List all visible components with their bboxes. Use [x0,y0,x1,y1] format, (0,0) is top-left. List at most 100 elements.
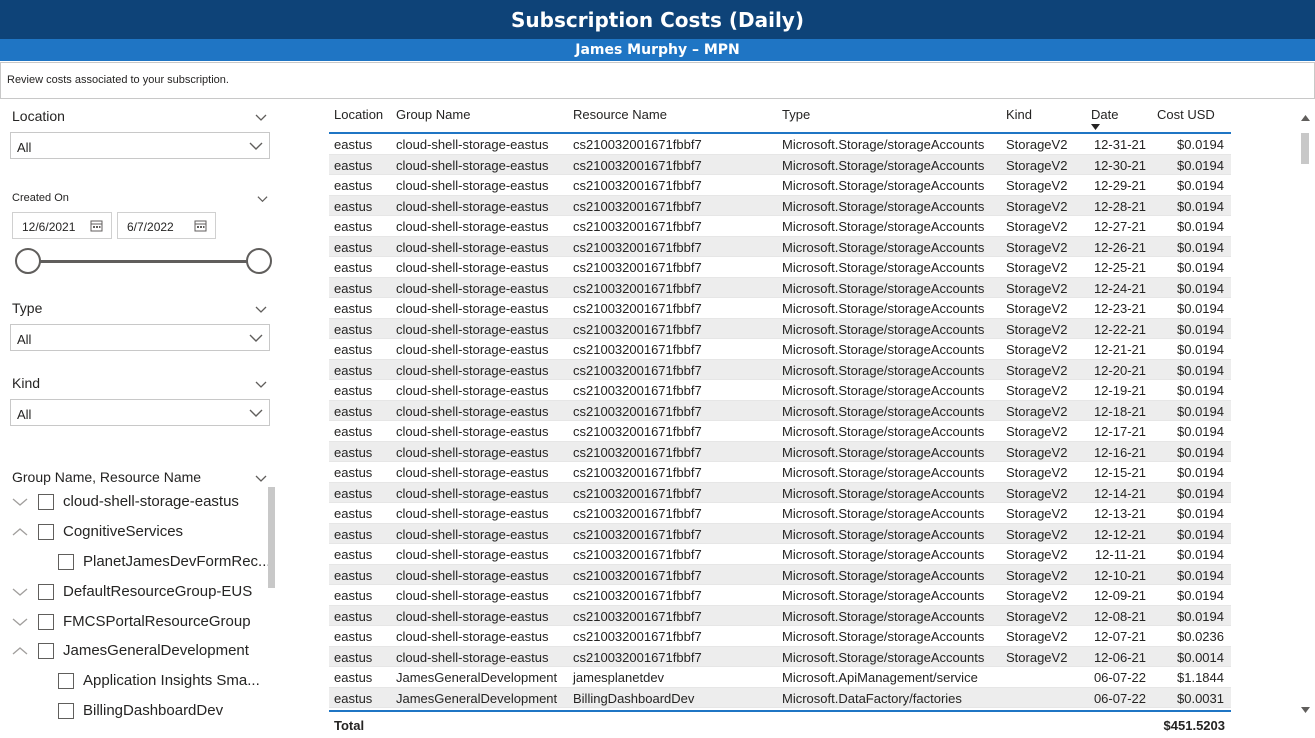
table-row[interactable]: eastus cloud-shell-storage-eastus cs210032… [329,195,1231,216]
slider-start-handle[interactable] [15,248,41,274]
cell-group-name: cloud-shell-storage-eastus [396,547,549,562]
table-row[interactable]: eastus cloud-shell-storage-eastus cs210032… [329,154,1231,175]
column-header-kind[interactable]: Kind [1006,107,1032,122]
checkbox[interactable] [38,523,54,540]
cell-cost: $0.0194 [1177,403,1224,419]
column-header-type[interactable]: Type [782,107,810,122]
cell-cost: $0.0194 [1177,321,1224,337]
tree-scrollbar-thumb[interactable] [268,487,275,588]
slider-end-handle[interactable] [246,248,272,274]
cell-type: Microsoft.Storage/storageAccounts [782,321,985,337]
table-row[interactable]: eastus cloud-shell-storage-eastus cs210032… [329,400,1231,421]
table-row[interactable]: eastus cloud-shell-storage-eastus cs210032… [329,646,1231,667]
table-row[interactable]: eastus cloud-shell-storage-eastus cs210032… [329,134,1231,155]
chevron-down-icon[interactable] [257,193,268,204]
table-row[interactable]: eastus cloud-shell-storage-eastus cs210032… [329,257,1231,278]
tree-item[interactable]: BillingDashboardDev [58,702,223,719]
calendar-icon[interactable] [90,219,103,232]
chevron-down-icon[interactable] [255,378,267,390]
table-row[interactable]: eastus cloud-shell-storage-eastus cs210032… [329,216,1231,237]
cell-location: eastus [334,547,373,562]
cell-type: Microsoft.Storage/storageAccounts [782,608,985,624]
cell-location: eastus [334,383,373,398]
end-date-input[interactable]: 6/7/2022 [117,212,216,239]
column-header-location[interactable]: Location [334,107,383,122]
cell-resource-name: cs210032001671fbbf7 [573,260,702,275]
table-row[interactable]: eastus JamesGeneralDevelopment jamesplanet… [329,667,1231,688]
cell-location: eastus [334,444,373,460]
column-header-resource-name[interactable]: Resource Name [573,107,667,122]
chevron-down-icon[interactable] [255,111,267,123]
table-row[interactable]: eastus cloud-shell-storage-eastus cs210032… [329,339,1231,360]
cell-type: Microsoft.ApiManagement/service [782,670,978,685]
tree-item[interactable]: FMCSPortalResourceGroup [12,613,251,630]
sort-descending-icon[interactable] [1091,124,1100,130]
tree-item[interactable]: DefaultResourceGroup-EUS [12,583,252,600]
table-row[interactable]: eastus cloud-shell-storage-eastus cs210032… [329,523,1231,544]
table-row[interactable]: eastus cloud-shell-storage-eastus cs210032… [329,626,1231,647]
tree-item[interactable]: JamesGeneralDevelopment [12,642,249,659]
checkbox[interactable] [58,702,74,719]
chevron-down-icon[interactable] [12,617,28,627]
table-row[interactable]: eastus cloud-shell-storage-eastus cs210032… [329,585,1231,606]
table-row[interactable]: eastus cloud-shell-storage-eastus cs210032… [329,441,1231,462]
cell-cost: $0.0194 [1177,567,1224,583]
cell-date: 12-15-21 [1093,465,1146,480]
chevron-down-icon[interactable] [255,303,267,315]
table-row[interactable]: eastus cloud-shell-storage-eastus cs210032… [329,605,1231,626]
tree-item[interactable]: cloud-shell-storage-eastus [12,493,239,510]
location-dropdown[interactable]: All [10,132,270,159]
checkbox[interactable] [58,672,74,689]
tree-item[interactable]: PlanetJamesDevFormRec... [58,553,268,570]
cell-cost: $0.0194 [1177,198,1224,214]
type-dropdown-value: All [17,332,32,347]
table-row[interactable]: eastus cloud-shell-storage-eastus cs210032… [329,380,1231,401]
table-row[interactable]: eastus cloud-shell-storage-eastus cs210032… [329,544,1231,565]
cell-resource-name: cs210032001671fbbf7 [573,157,702,173]
table-row[interactable]: eastus cloud-shell-storage-eastus cs210032… [329,175,1231,196]
table-row[interactable]: eastus cloud-shell-storage-eastus cs210032… [329,298,1231,319]
type-dropdown[interactable]: All [10,324,270,351]
table-row[interactable]: eastus cloud-shell-storage-eastus cs210032… [329,564,1231,585]
start-date-value: 12/6/2021 [22,220,76,234]
cell-type: Microsoft.Storage/storageAccounts [782,567,985,583]
date-range-slider-track[interactable] [28,260,259,263]
table-row[interactable]: eastus cloud-shell-storage-eastus cs210032… [329,277,1231,298]
checkbox[interactable] [38,642,54,659]
scrollbar-thumb[interactable] [1301,133,1309,164]
start-date-input[interactable]: 12/6/2021 [12,212,112,239]
chevron-up-icon[interactable] [12,527,28,537]
table-row[interactable]: eastus JamesGeneralDevelopment BillingDash… [329,687,1231,708]
checkbox[interactable] [58,553,74,570]
checkbox[interactable] [38,583,54,600]
cell-date: 12-27-21 [1093,219,1146,234]
tree-item[interactable]: CognitiveServices [12,523,183,540]
cell-cost: $0.0194 [1177,239,1224,255]
cell-type: Microsoft.Storage/storageAccounts [782,444,985,460]
chevron-down-icon[interactable] [12,497,28,507]
table-row[interactable]: eastus cloud-shell-storage-eastus cs210032… [329,482,1231,503]
table-scrollbar[interactable] [1300,103,1312,718]
tree-item[interactable]: Application Insights Sma... [58,672,260,689]
scroll-down-icon[interactable] [1301,707,1310,713]
table-row[interactable]: eastus cloud-shell-storage-eastus cs210032… [329,318,1231,339]
calendar-icon[interactable] [194,219,207,232]
table-row[interactable]: eastus cloud-shell-storage-eastus cs210032… [329,359,1231,380]
table-row[interactable]: eastus cloud-shell-storage-eastus cs210032… [329,503,1231,524]
checkbox[interactable] [38,613,54,630]
scroll-up-icon[interactable] [1301,115,1310,121]
kind-dropdown[interactable]: All [10,399,270,426]
cell-cost: $0.0194 [1177,280,1224,296]
column-header-cost-usd[interactable]: Cost USD [1157,107,1215,122]
chevron-up-icon[interactable] [12,646,28,656]
column-header-group-name[interactable]: Group Name [396,107,470,122]
column-header-date[interactable]: Date [1091,107,1118,122]
cell-location: eastus [334,485,373,501]
checkbox[interactable] [38,493,54,510]
table-row[interactable]: eastus cloud-shell-storage-eastus cs210032… [329,462,1231,483]
table-row[interactable]: eastus cloud-shell-storage-eastus cs210032… [329,236,1231,257]
chevron-down-icon[interactable] [255,472,267,484]
cell-date: 12-25-21 [1093,260,1146,275]
chevron-down-icon[interactable] [12,587,28,597]
table-row[interactable]: eastus cloud-shell-storage-eastus cs210032… [329,421,1231,442]
